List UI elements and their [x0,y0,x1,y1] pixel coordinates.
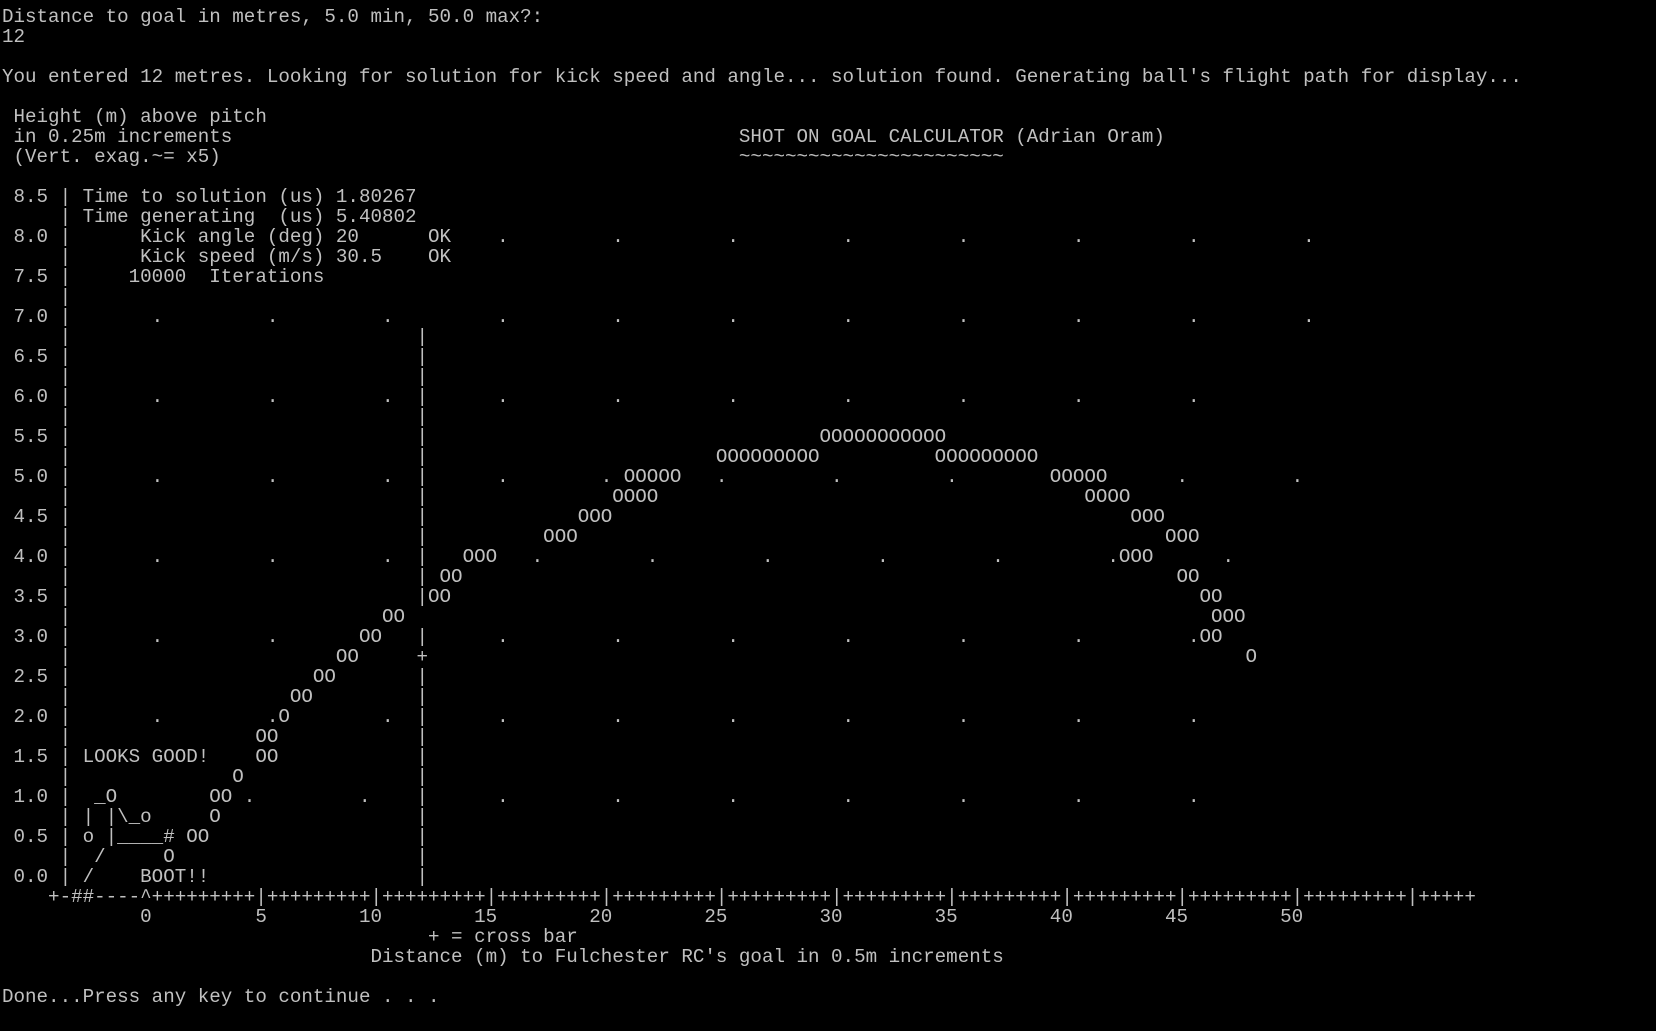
console-line: | [2,286,72,308]
console-line: in 0.25m increments SHOT ON GOAL CALCULA… [2,126,1165,148]
console-line: Height (m) above pitch [2,106,267,128]
console-line: | | OOO OOO [2,526,1200,548]
console-line: 2.0 | . .O . | . . . . . . . [2,706,1200,728]
console-line: 8.5 | Time to solution (us) 1.80267 [2,186,417,208]
console-line: 5.5 | | OOOOOOOOOOO [2,426,947,448]
console-line: | | [2,326,429,348]
console-line: Distance to goal in metres, 5.0 min, 50.… [2,6,544,28]
console-line: 7.0 | . . . . . . . . . . . [2,306,1315,328]
console-line: Distance (m) to Fulchester RC's goal in … [2,946,1004,968]
console-line: +-##----^+++++++++|+++++++++|+++++++++|+… [2,886,1476,908]
console-line: 3.5 | |OO OO [2,586,1223,608]
console-line: 3.0 | . . OO | . . . . . . .OO [2,626,1223,648]
console-line: 7.5 | 10000 Iterations [2,266,325,288]
console-line: | Kick speed (m/s) 30.5 OK [2,246,452,268]
console-line: 8.0 | Kick angle (deg) 20 OK . . . . . .… [2,226,1315,248]
console-line: | | OOOOOOOOO OOOOOOOOO [2,446,1039,468]
console-line: + = cross bar [2,926,578,948]
console-line: 5.0 | . . . | . . OOOOO . . . OOOOO . . [2,466,1304,488]
console-line: | OO | [2,726,429,748]
console-line: 0 5 10 15 20 25 30 35 40 45 50 [2,906,1304,928]
console-line: 6.5 | | [2,346,429,368]
console-line: 1.5 | LOOKS GOOD! OO | [2,746,429,768]
console-line: | | [2,406,429,428]
console-line: | OO OOO [2,606,1246,628]
console-line: You entered 12 metres. Looking for solut… [2,66,1522,88]
console-line: | O | [2,766,429,788]
console-line: 4.5 | | OOO OOO [2,506,1165,528]
console-line: | / O | [2,846,429,868]
console-line: | Time generating (us) 5.40802 [2,206,417,228]
console-line: Done...Press any key to continue . . . [2,986,440,1008]
console-line: (Vert. exag.~= x5) ~~~~~~~~~~~~~~~~~~~~~… [2,146,1004,168]
console-line: 6.0 | . . . | . . . . . . . [2,386,1200,408]
console-line: | | OOOO OOOO [2,486,1131,508]
console-line: 4.0 | . . . | OOO . . . . . .OOO . [2,546,1235,568]
console-line: | | |\_o O | [2,806,429,828]
console-window[interactable]: Distance to goal in metres, 5.0 min, 50.… [2,7,1656,1031]
console-line: 0.0 | / BOOT!! | [2,866,429,888]
console-line: | OO + O [2,646,1258,668]
console-line: 2.5 | OO | [2,666,429,688]
console-line: | | OO OO [2,566,1200,588]
console-line: 0.5 | o |____# OO | [2,826,429,848]
console-line: 1.0 | _O OO . . | . . . . . . . [2,786,1200,808]
console-line: 12 [2,26,26,48]
console-line: | OO | [2,686,429,708]
console-line: | | [2,366,429,388]
